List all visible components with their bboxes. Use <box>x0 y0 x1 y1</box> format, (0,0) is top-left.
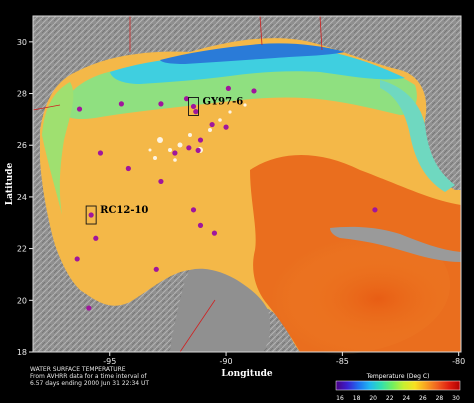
station-marker <box>209 121 215 128</box>
x-tick-label: -80 <box>452 357 465 366</box>
station-marker <box>225 85 231 91</box>
station-marker <box>251 88 257 94</box>
colorbar-tick-label: 20 <box>369 395 377 402</box>
station-marker <box>195 147 201 153</box>
y-tick-label: 26 <box>17 141 27 150</box>
caption-line: 6.57 days ending 2000 Jun 31 22:34 UT <box>30 380 150 387</box>
y-tick-label: 22 <box>17 245 27 254</box>
x-axis-ticks: -95 -90 -85 -80 <box>103 352 465 366</box>
map-plot-area: GY97-6 RC12-10 <box>32 15 462 355</box>
colorbar-tick-label: 16 <box>336 395 344 402</box>
colorbar-tick-label: 22 <box>386 395 394 402</box>
site-label: GY97-6 <box>203 96 244 107</box>
sst-map: GY97-6RC12-10 -95 -90 -85 -80 3028262422201… <box>5 15 465 402</box>
station-marker <box>172 150 178 156</box>
y-tick-label: 18 <box>17 348 27 357</box>
site-marker <box>88 212 94 218</box>
y-axis-ticks: 30 28 26 24 22 20 18 <box>17 38 33 357</box>
colorbar: Temperature (Deg C) 16 18 20 22 24 26 28 30 <box>335 373 461 402</box>
colorbar-tick-label: 30 <box>452 395 460 402</box>
station-marker <box>223 124 229 130</box>
colorbar-tick-label: 28 <box>436 395 444 402</box>
x-tick-label: -90 <box>220 357 233 366</box>
y-tick-label: 28 <box>17 90 27 99</box>
colorbar-title: Temperature (Deg C) <box>366 373 430 380</box>
x-tick-label: -85 <box>336 357 349 366</box>
site-label: RC12-10 <box>100 205 148 216</box>
y-axis-title: Latitude <box>5 163 15 206</box>
map-caption: WATER SURFACE TEMPERATURE From AVHRR dat… <box>30 366 270 387</box>
y-tick-label: 30 <box>17 38 27 47</box>
y-tick-label: 20 <box>17 296 27 305</box>
station-marker <box>76 106 83 112</box>
colorbar-tick-label: 24 <box>402 395 410 402</box>
station-marker <box>190 207 197 213</box>
station-marker <box>372 207 378 213</box>
station-marker <box>186 145 192 151</box>
station-marker <box>86 305 92 311</box>
y-tick-label: 24 <box>17 193 27 202</box>
station-marker <box>125 165 131 172</box>
station-marker <box>153 266 159 272</box>
station-marker <box>93 235 99 241</box>
station-marker <box>158 178 164 185</box>
colorbar-gradient <box>335 380 461 391</box>
station-marker <box>74 256 80 262</box>
station-marker <box>211 230 218 236</box>
site-marker <box>190 103 197 110</box>
station-marker <box>97 150 104 156</box>
colorbar-tick-label: 18 <box>353 395 361 402</box>
caption-line: WATER SURFACE TEMPERATURE <box>30 366 126 373</box>
station-marker <box>158 101 164 107</box>
colorbar-tick-label: 26 <box>419 395 427 402</box>
station-marker <box>118 101 124 107</box>
colorbar-ticks: 16 18 20 22 24 26 28 30 <box>336 395 460 402</box>
station-marker <box>197 137 204 143</box>
caption-line: From AVHRR data for a time interval of <box>30 373 147 380</box>
station-marker <box>197 222 204 228</box>
station-marker <box>193 109 199 115</box>
x-tick-label: -95 <box>103 357 116 366</box>
